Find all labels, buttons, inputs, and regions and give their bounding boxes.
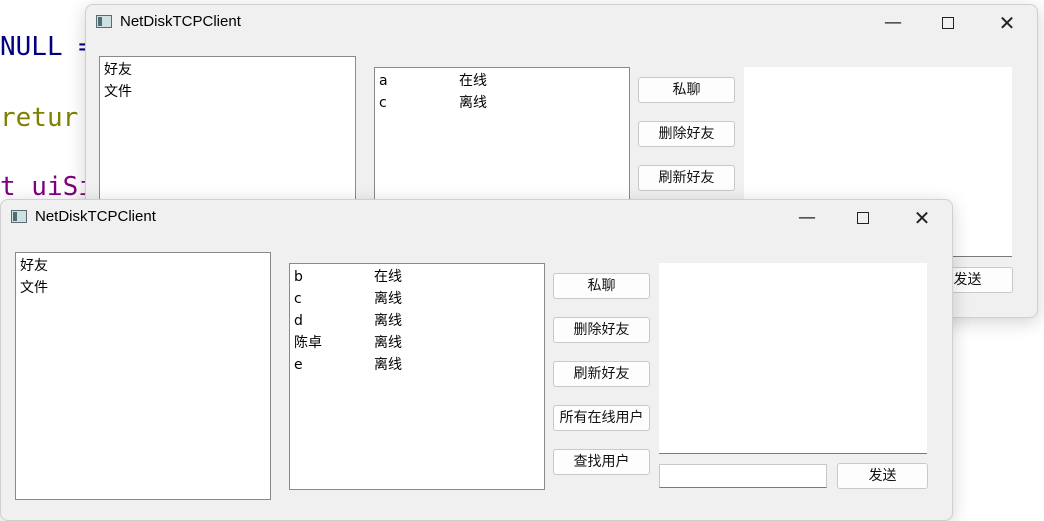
nav-item-files[interactable]: 文件 [100,81,355,103]
chat-display[interactable] [659,263,927,454]
nav-item-friends[interactable]: 好友 [100,59,355,81]
refresh-friend-button[interactable]: 刷新好友 [638,165,735,191]
friend-row[interactable]: e 离线 [290,354,544,376]
code-line-2: retur [0,103,79,133]
friend-row[interactable]: c 离线 [290,288,544,310]
friend-name: b [294,269,303,285]
friend-name: c [379,95,387,111]
app-window-icon [11,210,27,223]
friend-row[interactable]: d 离线 [290,310,544,332]
maximize-button[interactable] [840,200,886,236]
friend-name: d [294,313,303,329]
all-online-users-button[interactable]: 所有在线用户 [553,405,650,431]
window-title: NetDiskTCPClient [35,208,156,225]
back-window-titlebar[interactable]: NetDiskTCPClient — ✕ [86,5,1037,41]
send-button[interactable]: 发送 [837,463,928,489]
find-user-button[interactable]: 查找用户 [553,449,650,475]
minimize-button[interactable]: — [870,5,916,41]
delete-friend-button[interactable]: 删除好友 [638,121,735,147]
window-title: NetDiskTCPClient [120,13,241,30]
nav-item-friends[interactable]: 好友 [16,255,270,277]
friend-row[interactable]: b 在线 [290,266,544,288]
message-input[interactable] [659,464,827,488]
friend-status: 在线 [459,73,487,89]
maximize-icon [942,17,954,29]
friend-name: 陈卓 [294,335,322,351]
nav-item-files[interactable]: 文件 [16,277,270,299]
friend-status: 离线 [374,291,402,307]
delete-friend-button[interactable]: 删除好友 [553,317,650,343]
friend-status: 离线 [374,313,402,329]
app-window-icon [96,15,112,28]
code-line-3: t uiSi [0,172,94,202]
nav-list[interactable]: 好友 文件 [15,252,271,500]
front-window-titlebar[interactable]: NetDiskTCPClient — ✕ [1,200,952,236]
friend-row[interactable]: 陈卓 离线 [290,332,544,354]
friend-row[interactable]: c 离线 [375,92,629,114]
maximize-button[interactable] [925,5,971,41]
close-button[interactable]: ✕ [984,5,1030,41]
maximize-icon [857,212,869,224]
friend-status: 离线 [374,335,402,351]
minimize-button[interactable]: — [784,200,830,236]
friend-name: c [294,291,302,307]
code-line-1: NULL = [0,32,94,62]
friend-status: 在线 [374,269,402,285]
friend-row[interactable]: a 在线 [375,70,629,92]
private-chat-button[interactable]: 私聊 [638,77,735,103]
front-window: NetDiskTCPClient — ✕ 好友 文件 b 在线 c 离线 d 离… [0,199,953,521]
refresh-friend-button[interactable]: 刷新好友 [553,361,650,387]
friend-list[interactable]: b 在线 c 离线 d 离线 陈卓 离线 e 离线 [289,263,545,490]
close-button[interactable]: ✕ [899,200,945,236]
friend-status: 离线 [374,357,402,373]
private-chat-button[interactable]: 私聊 [553,273,650,299]
friend-name: a [379,73,388,89]
friend-status: 离线 [459,95,487,111]
friend-name: e [294,357,303,373]
